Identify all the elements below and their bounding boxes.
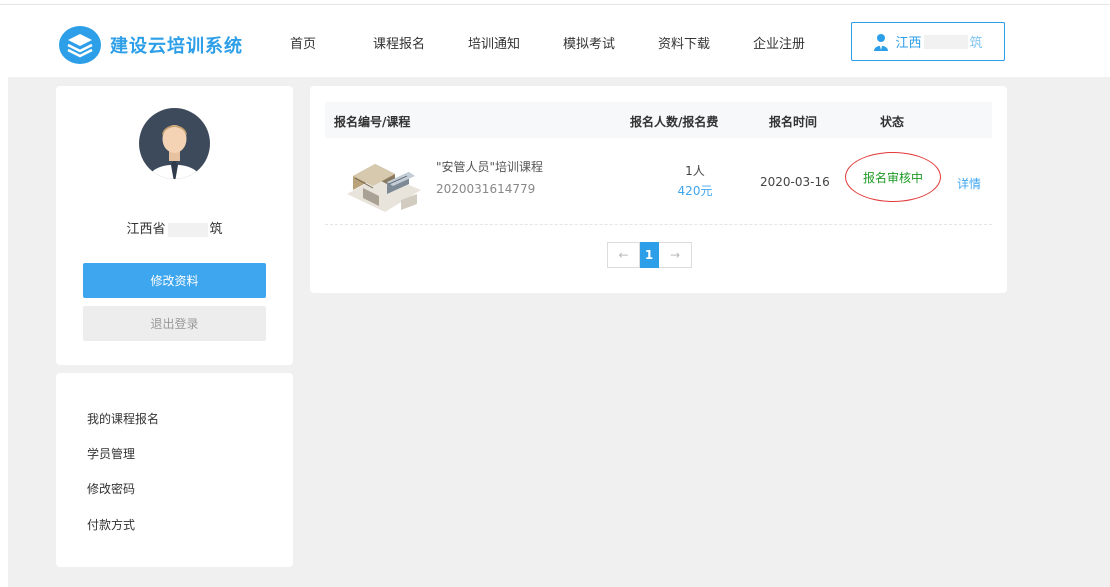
nav-downloads[interactable]: 资料下载	[658, 33, 710, 52]
nav-course-enrollment[interactable]: 课程报名	[373, 33, 425, 52]
nav-training-notice[interactable]: 培训通知	[468, 33, 520, 52]
menu-change-password[interactable]: 修改密码	[87, 480, 135, 497]
course-thumbnail	[343, 154, 425, 216]
user-account-button[interactable]: 江西 筑	[851, 22, 1005, 61]
logout-button[interactable]: 退出登录	[83, 306, 266, 341]
enrollment-count: 1人	[685, 164, 705, 178]
menu-my-enrollments[interactable]: 我的课程报名	[87, 410, 159, 427]
enrollment-fee: 420元	[677, 184, 713, 198]
nav-home[interactable]: 首页	[290, 33, 316, 52]
table-row: "安管人员"培训课程 2020031614779 1人 420元 2020-03…	[325, 138, 992, 226]
side-menu: 我的课程报名 学员管理 修改密码 付款方式	[56, 373, 293, 567]
nav-company-register[interactable]: 企业注册	[753, 33, 805, 52]
header-count-fee: 报名人数/报名费	[630, 115, 719, 129]
site-logo[interactable]: 建设云培训系统	[58, 25, 243, 65]
menu-payment-methods[interactable]: 付款方式	[87, 516, 135, 533]
site-header: 建设云培训系统 首页 课程报名 培训通知 模拟考试 资料下载 企业注册 江西 筑	[0, 5, 1110, 77]
redacted-mask	[923, 34, 968, 49]
menu-student-management[interactable]: 学员管理	[87, 445, 135, 462]
enrollment-date: 2020-03-16	[760, 175, 830, 189]
table-header: 报名编号/课程 报名人数/报名费 报名时间 状态	[325, 102, 992, 138]
redacted-mask	[167, 222, 208, 237]
course-name[interactable]: "安管人员"培训课程	[436, 158, 543, 175]
user-name-start: 江西省	[126, 222, 166, 237]
details-link[interactable]: 详情	[957, 175, 981, 192]
prev-page-button[interactable]: ←	[607, 242, 640, 268]
user-display-name: 江西省 筑	[56, 218, 293, 237]
user-name-end: 筑	[209, 222, 223, 237]
nav-mock-exam[interactable]: 模拟考试	[563, 33, 615, 52]
header-status: 状态	[880, 115, 905, 129]
user-name-start: 江西	[895, 36, 922, 51]
avatar	[139, 108, 210, 179]
status-badge: 报名审核中	[845, 152, 941, 202]
next-page-button[interactable]: →	[659, 242, 692, 268]
user-icon	[874, 33, 889, 51]
profile-card: 江西省 筑 修改资料 退出登录	[56, 86, 293, 365]
header-time: 报名时间	[769, 115, 818, 129]
logo-text: 建设云培训系统	[110, 36, 243, 57]
user-name-end: 筑	[969, 36, 983, 51]
header-course: 报名编号/课程	[334, 115, 411, 129]
page-1-button[interactable]: 1	[640, 242, 659, 268]
edit-profile-button[interactable]: 修改资料	[83, 263, 266, 298]
page-body: 江西省 筑 修改资料 退出登录 我的课程报名 学员管理 修改密码 付款方式 报名编…	[8, 77, 1110, 587]
row-divider	[325, 224, 992, 225]
enrollment-id: 2020031614779	[436, 182, 536, 196]
layers-logo-icon	[59, 26, 101, 64]
pagination: ← 1 →	[607, 242, 692, 268]
enrollment-panel: 报名编号/课程 报名人数/报名费 报名时间 状态 "安管人员"培训课程 2020…	[310, 86, 1007, 293]
